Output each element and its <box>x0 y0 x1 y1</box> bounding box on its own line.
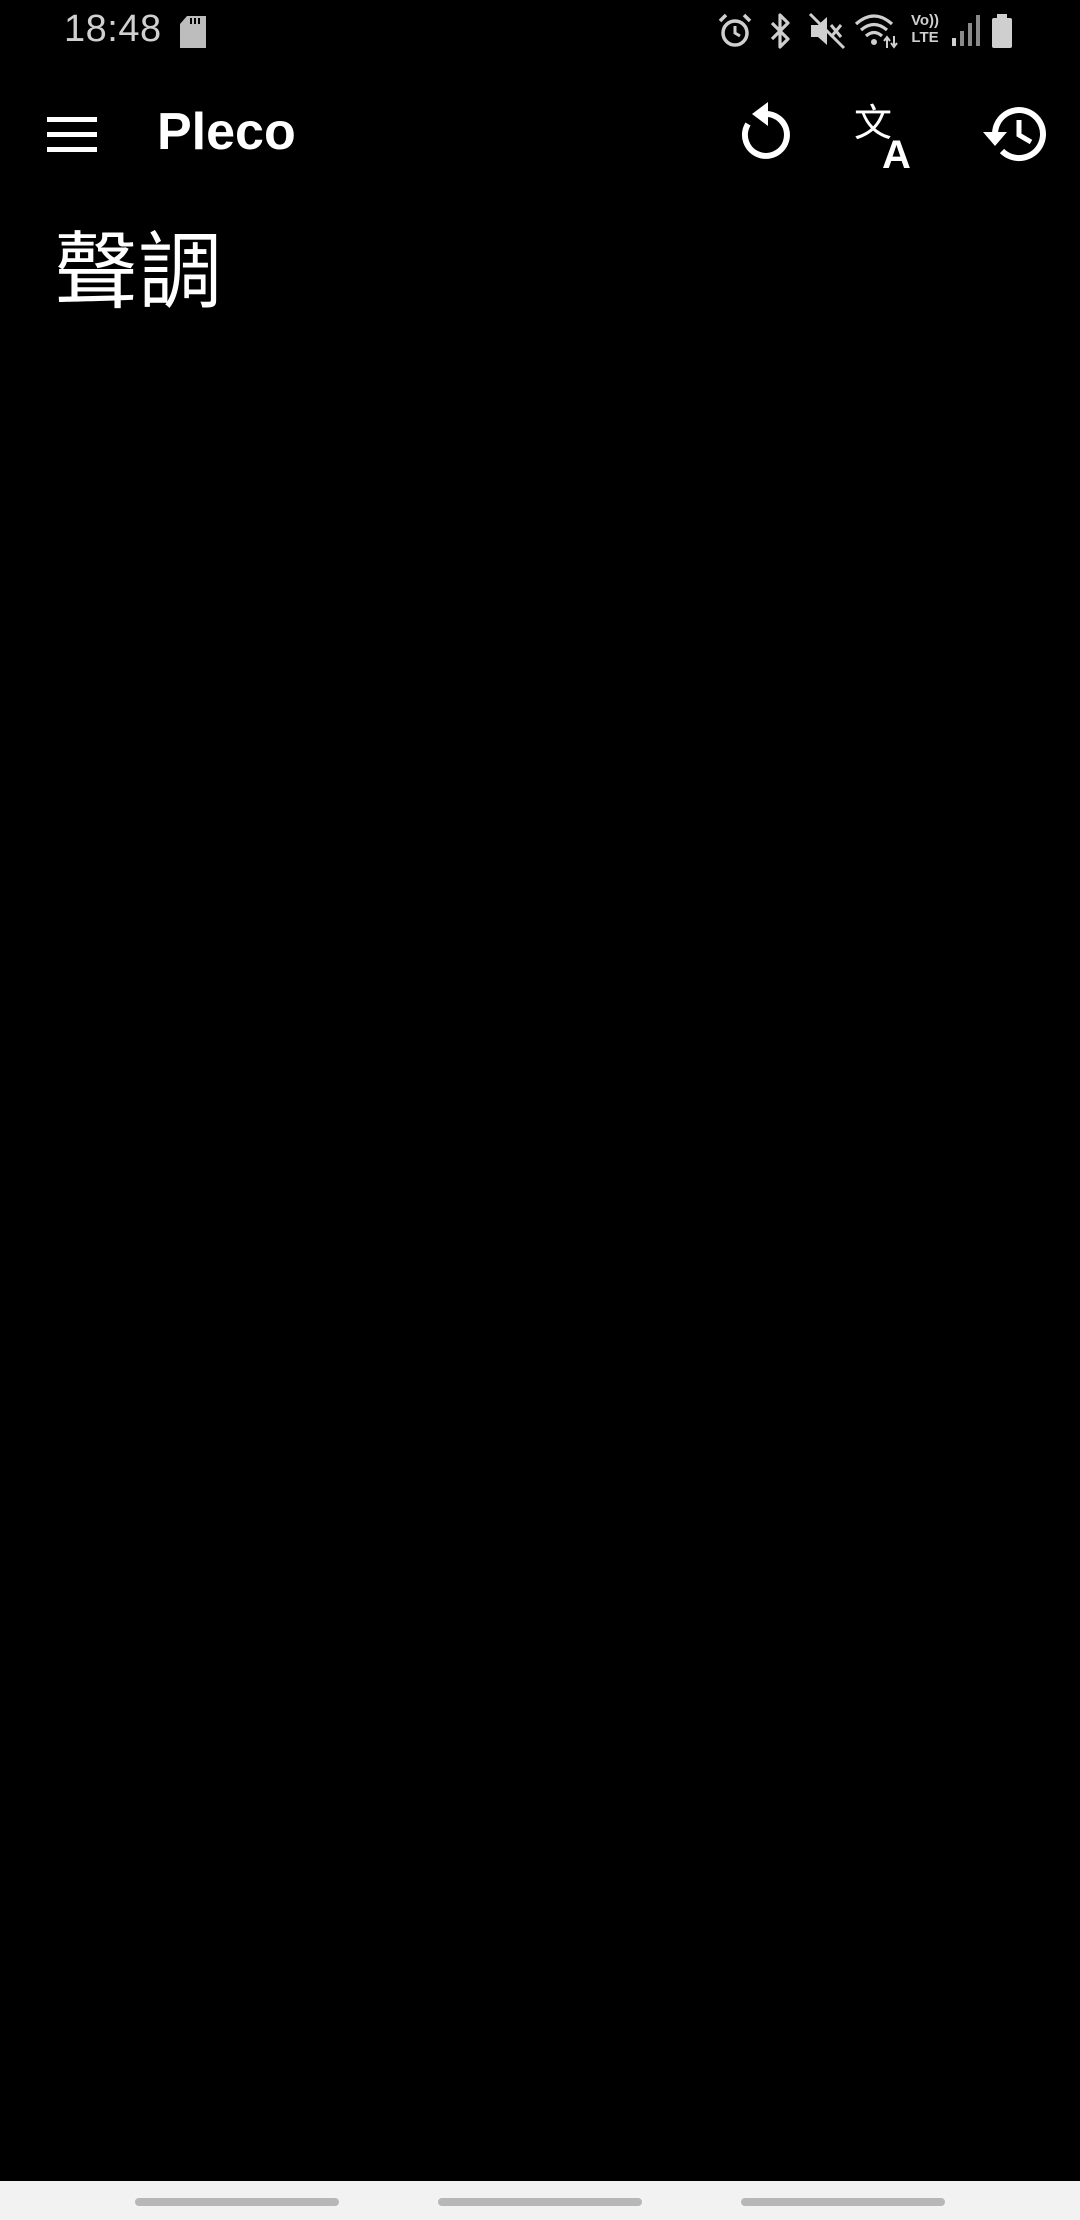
wifi-icon <box>854 14 898 49</box>
status-bar: 18:48 Vo)) LTE <box>0 0 1080 66</box>
entry-text[interactable]: 聲調 <box>54 222 222 322</box>
svg-text:A: A <box>882 133 911 172</box>
mute-icon <box>808 12 846 50</box>
nav-back-handle[interactable] <box>135 2198 339 2206</box>
sd-card-icon <box>180 16 206 48</box>
lte-icon: Vo)) LTE <box>908 12 942 46</box>
battery-icon <box>992 14 1012 48</box>
refresh-icon[interactable] <box>726 96 802 172</box>
app-title: Pleco <box>157 103 296 161</box>
status-time: 18:48 <box>64 8 162 50</box>
app-bar: Pleco 文 A <box>0 66 1080 202</box>
navigation-bar <box>0 2181 1080 2220</box>
history-icon[interactable] <box>978 96 1054 172</box>
nav-home-handle[interactable] <box>438 2198 642 2206</box>
translate-icon[interactable]: 文 A <box>852 96 928 172</box>
lte-label-bottom: LTE <box>911 29 939 46</box>
alarm-icon <box>718 13 752 47</box>
lte-label-top: Vo)) <box>910 12 940 29</box>
nav-recents-handle[interactable] <box>741 2198 945 2206</box>
menu-icon[interactable] <box>40 104 104 164</box>
signal-icon <box>952 15 980 46</box>
bluetooth-icon <box>770 13 790 49</box>
